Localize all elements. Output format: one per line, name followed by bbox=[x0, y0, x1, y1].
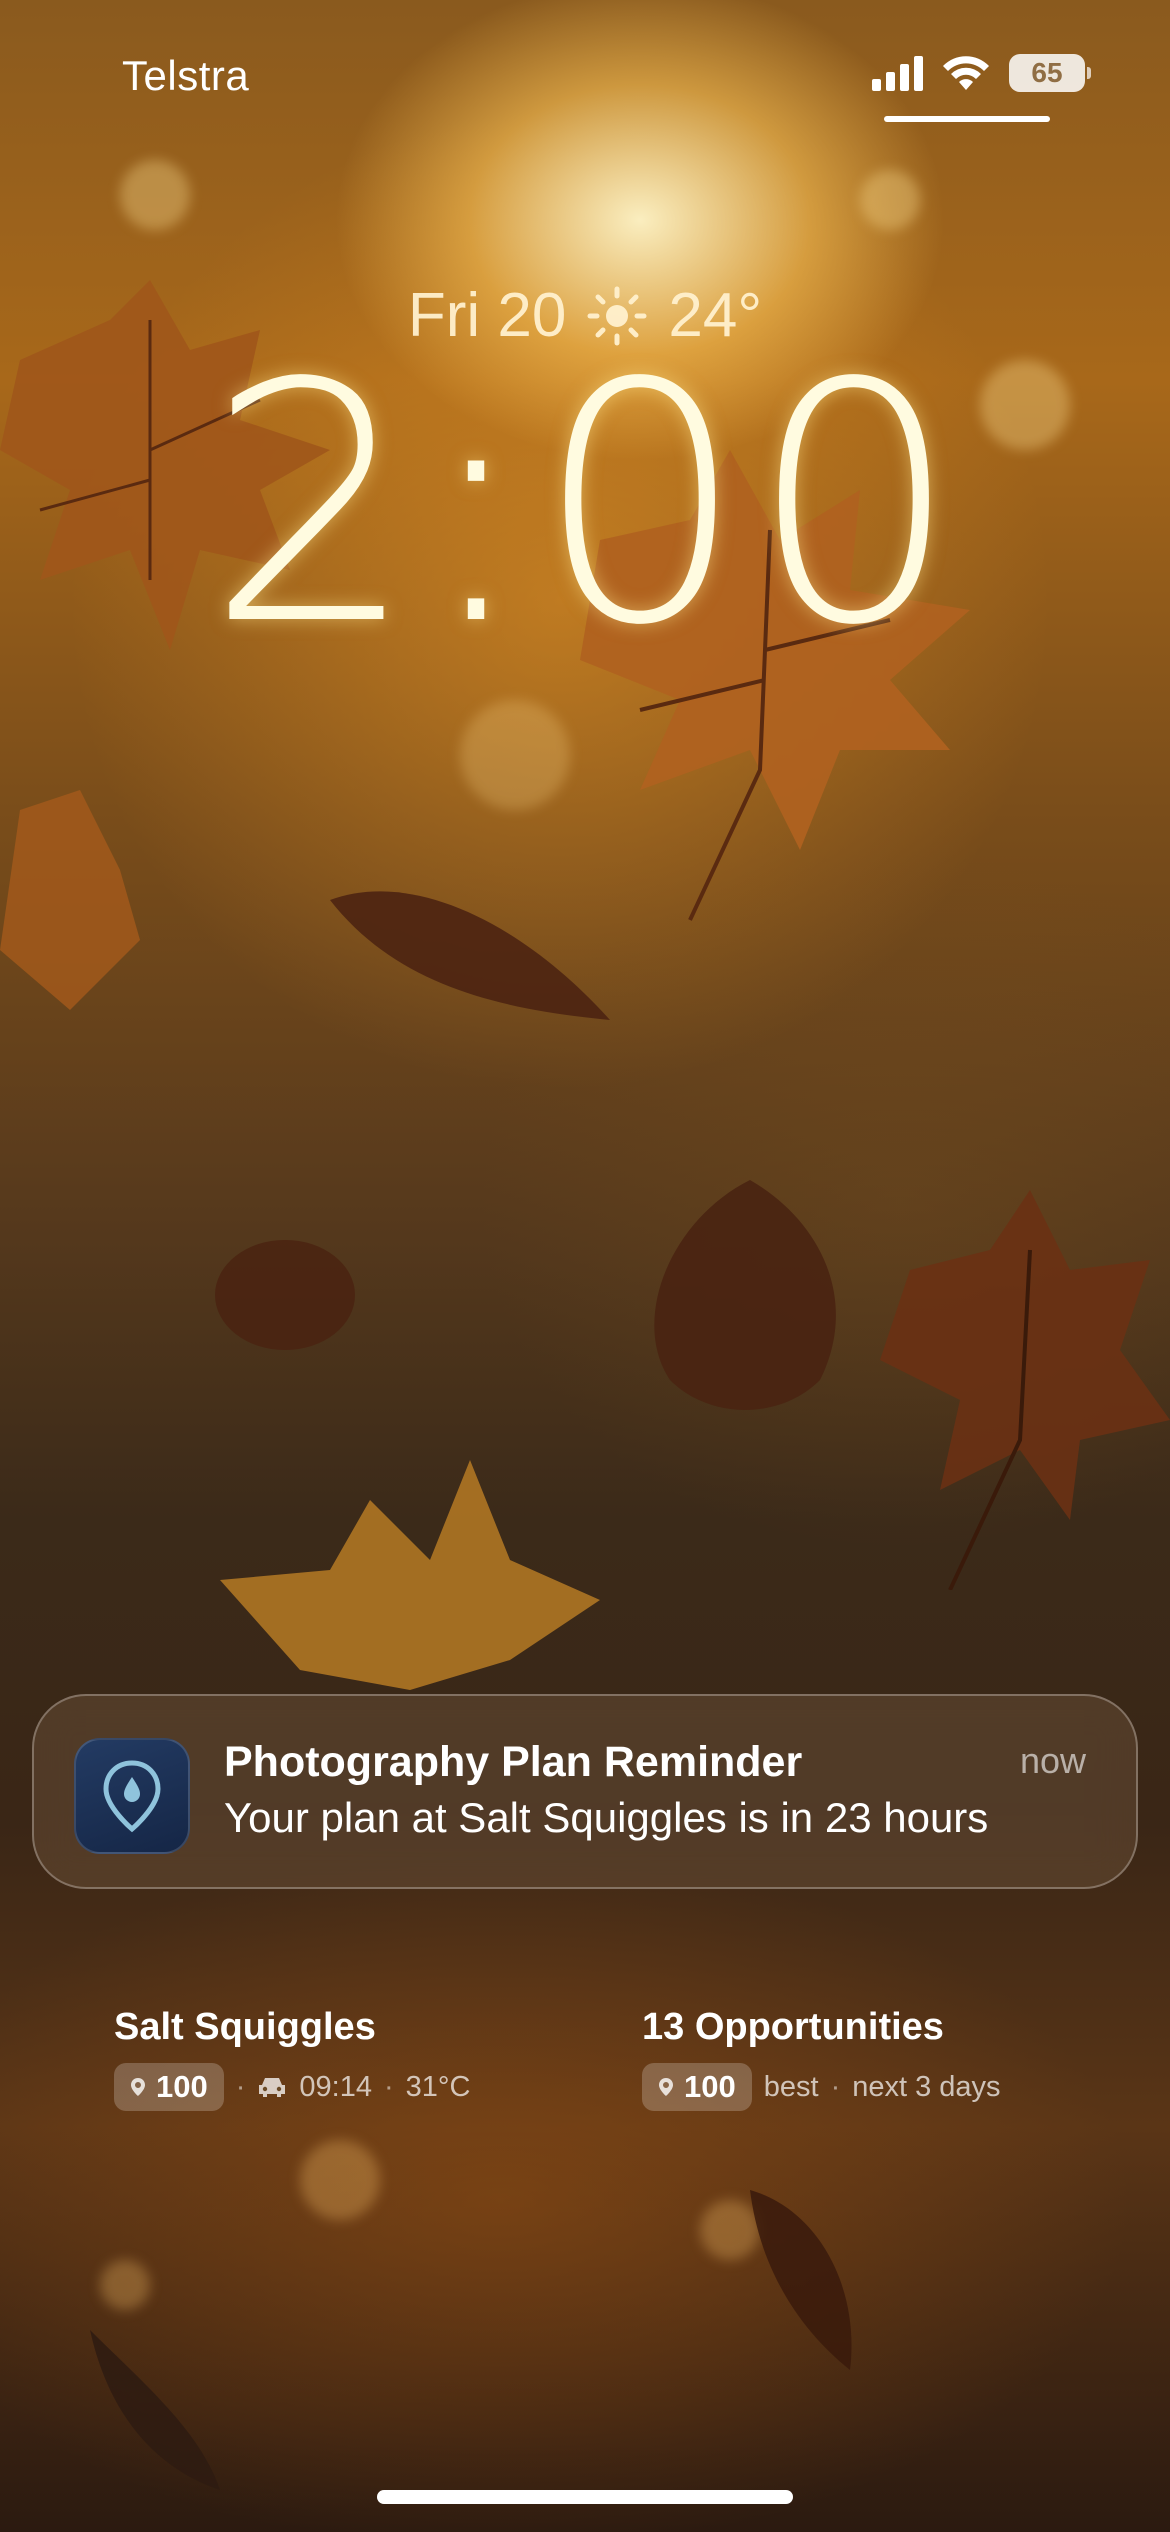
location-pin-icon bbox=[103, 1760, 161, 1833]
widget-title: 13 Opportunities bbox=[642, 2006, 944, 2048]
battery-icon: 65 bbox=[1009, 54, 1091, 92]
notification-body: Your plan at Salt Squiggles is in 23 hou… bbox=[224, 1794, 989, 1841]
widget-details: 100 best · next 3 days bbox=[642, 2063, 1001, 2111]
score-badge: 100 bbox=[642, 2063, 752, 2111]
cellular-signal-icon bbox=[872, 55, 923, 91]
range-label: next 3 days bbox=[852, 2070, 1001, 2103]
car-icon bbox=[259, 2078, 286, 2097]
battery-percent: 65 bbox=[1031, 57, 1063, 88]
drive-time: 09:14 bbox=[299, 2070, 372, 2103]
widget-opportunities[interactable]: 13 Opportunities 100 best · next 3 days bbox=[642, 2006, 1001, 2111]
location-pin-icon bbox=[131, 2078, 145, 2096]
score-badge: 100 bbox=[114, 2063, 224, 2111]
status-icons: 65 bbox=[872, 54, 1091, 92]
best-label: best bbox=[763, 2070, 819, 2103]
notification-card[interactable]: Photography Plan Reminder now Your plan … bbox=[32, 1694, 1138, 1889]
notification-title: Photography Plan Reminder bbox=[224, 1738, 803, 1786]
widget-temperature: 31°C bbox=[405, 2070, 471, 2103]
status-bar: Telstra 65 bbox=[0, 0, 1170, 140]
score-value: 100 bbox=[684, 2069, 736, 2104]
control-center-indicator[interactable] bbox=[884, 116, 1050, 122]
notification-time: now bbox=[1019, 1740, 1086, 1781]
widget-location[interactable]: Salt Squiggles 100 · 09:14 · 31°C bbox=[114, 2006, 470, 2111]
lock-screen-clock: 2:00 bbox=[206, 313, 964, 697]
home-indicator[interactable] bbox=[377, 2490, 793, 2504]
score-value: 100 bbox=[156, 2069, 208, 2104]
location-pin-icon bbox=[659, 2078, 673, 2096]
carrier-name: Telstra bbox=[122, 52, 250, 99]
widget-details: 100 · 09:14 · 31°C bbox=[114, 2063, 470, 2111]
app-icon bbox=[74, 1738, 190, 1854]
wifi-icon bbox=[943, 56, 989, 90]
widget-title: Salt Squiggles bbox=[114, 2006, 376, 2048]
